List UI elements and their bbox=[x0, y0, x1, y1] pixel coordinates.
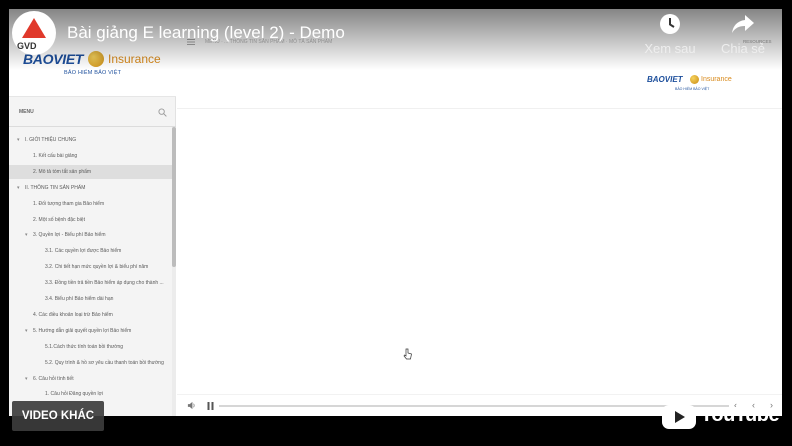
outline-item[interactable]: 3.4. Biểu phí Bảo hiểm dài hạn bbox=[9, 292, 172, 306]
outline-item-label: 2. Một số bệnh đặc biệt bbox=[33, 216, 85, 223]
sidebar-logo-tagline: BẢO HIỂM BẢO VIỆT bbox=[64, 70, 122, 76]
outline-item[interactable]: 1. Câu hỏi Đăng quyền lợi bbox=[9, 387, 172, 401]
outline-item-label: 1. Đối tượng tham gia Bảo hiểm bbox=[33, 200, 105, 207]
globe-icon bbox=[690, 75, 699, 84]
seek-bar[interactable] bbox=[219, 405, 729, 407]
sidebar-scrollbar-thumb[interactable] bbox=[172, 127, 176, 267]
youtube-wordmark: YouTube bbox=[700, 404, 780, 426]
video-frame: BAOVIET Insurance BẢO HIỂM BẢO VIỆT MENU… bbox=[9, 9, 782, 416]
outline-item-label: 3.3. Đồng tiền trả tiền Bảo hiểm áp dụng… bbox=[45, 280, 164, 287]
share-arrow-icon bbox=[732, 15, 754, 33]
outline-item-label: 3.2. Chi tiết hạn mức quyền lợi & biểu p… bbox=[45, 264, 149, 271]
chevron-down-icon[interactable]: ▾ bbox=[25, 328, 28, 334]
youtube-logo[interactable]: YouTube bbox=[662, 401, 780, 431]
outline-item[interactable]: ▾ 3. Quyền lợi - Biểu phí Bảo hiểm bbox=[9, 228, 172, 242]
watch-later-button[interactable]: Xem sau bbox=[638, 13, 702, 56]
video-title[interactable]: Bài giảng E learning (level 2) - Demo bbox=[67, 23, 345, 43]
share-label: Chia sẻ bbox=[720, 41, 766, 56]
slide-logo-tagline: BẢO HIỂM BẢO VIỆT bbox=[675, 87, 710, 91]
slide-area: MENU · ... THÔNG TIN SẢN PHẨM · MÔ TẢ SẢ… bbox=[177, 9, 782, 416]
outline-item[interactable]: 3.1. Các quyền lợi được Bảo hiểm bbox=[9, 244, 172, 258]
outline-item[interactable]: 4. Các điều khoản loại trừ Bảo hiểm bbox=[9, 308, 172, 322]
outline-item-label: 3.1. Các quyền lợi được Bảo hiểm bbox=[45, 248, 122, 255]
sidebar-logo-insurance: Insurance bbox=[108, 52, 161, 66]
slide-logo-brand: BAOVIET bbox=[647, 75, 683, 84]
outline-item[interactable]: 5.2. Quy trình & hồ sơ yêu cầu thanh toá… bbox=[9, 356, 172, 370]
pause-icon[interactable] bbox=[207, 402, 214, 410]
outline-item-label: I. GIỚI THIỆU CHUNG bbox=[25, 137, 77, 143]
slide-logo-insurance: Insurance bbox=[701, 76, 732, 83]
clock-icon bbox=[660, 14, 680, 34]
course-sidebar: BAOVIET Insurance BẢO HIỂM BẢO VIỆT MENU… bbox=[9, 9, 176, 416]
chevron-down-icon[interactable]: ▾ bbox=[25, 376, 28, 382]
outline-item[interactable]: 3.3. Đồng tiền trả tiền Bảo hiểm áp dụng… bbox=[9, 276, 172, 290]
outline-item-label: 1. Kết cấu bài giảng bbox=[33, 152, 78, 159]
outline-item[interactable]: ▾ 5. Hướng dẫn giải quyết quyền lợi Bảo h… bbox=[9, 324, 172, 338]
chevron-down-icon[interactable]: ▾ bbox=[17, 185, 20, 191]
outline-item-label: 3. Quyền lợi - Biểu phí Bảo hiểm bbox=[33, 232, 106, 239]
outline-item-label: 4. Các điều khoản loại trừ Bảo hiểm bbox=[33, 311, 113, 318]
outline-item[interactable]: ▾ 6. Câu hỏi tình tiết bbox=[9, 372, 172, 386]
outline-item[interactable]: 2. Mô tả tóm tắt sản phẩm bbox=[9, 164, 172, 179]
volume-icon[interactable] bbox=[187, 401, 196, 410]
outline-item[interactable]: 1. Kết cấu bài giảng bbox=[9, 149, 172, 163]
sidebar-search-label: MENU bbox=[19, 109, 34, 115]
outline-item-label: 6. Câu hỏi tình tiết bbox=[33, 375, 74, 382]
outline-item-label: 5. Hướng dẫn giải quyết quyền lợi Bảo hi… bbox=[33, 327, 132, 334]
outline-item-label: 5.1.Cách thức tính toán bồi thường bbox=[45, 343, 124, 350]
outline-item-label: 2. Mô tả tóm tắt sản phẩm bbox=[33, 168, 92, 175]
channel-avatar[interactable]: GVD bbox=[12, 11, 56, 55]
mouse-pointer-icon bbox=[403, 348, 412, 360]
outline-item[interactable]: 5.1.Cách thức tính toán bồi thường bbox=[9, 340, 172, 354]
outline-item-label: 1. Câu hỏi Đăng quyền lợi bbox=[45, 391, 104, 398]
sidebar-search[interactable]: MENU bbox=[9, 101, 176, 127]
outline-item[interactable]: ▾ I. GIỚI THIỆU CHUNG bbox=[9, 133, 172, 147]
channel-initials: GVD bbox=[17, 41, 37, 51]
outline-item-label: 3.4. Biểu phí Bảo hiểm dài hạn bbox=[45, 296, 114, 302]
more-videos-button[interactable]: VIDEO KHÁC bbox=[12, 401, 104, 431]
outline-item[interactable]: ▾ II. THÔNG TIN SẢN PHẨM bbox=[9, 181, 172, 195]
outline-item[interactable]: 2. Một số bệnh đặc biệt bbox=[9, 213, 172, 227]
outline-item-label: II. THÔNG TIN SẢN PHẨM bbox=[25, 184, 86, 191]
search-icon[interactable] bbox=[158, 108, 167, 117]
chevron-down-icon[interactable]: ▾ bbox=[17, 137, 20, 143]
channel-logo-icon bbox=[22, 18, 46, 38]
share-button[interactable]: Chia sẻ bbox=[711, 13, 775, 56]
globe-icon bbox=[88, 51, 104, 67]
play-logo-icon bbox=[662, 405, 696, 429]
outline-item[interactable]: 1. Đối tượng tham gia Bảo hiểm bbox=[9, 197, 172, 211]
chevron-down-icon[interactable]: ▾ bbox=[25, 232, 28, 238]
outline-item-label: 5.2. Quy trình & hồ sơ yêu cầu thanh toá… bbox=[45, 359, 164, 366]
outline-item[interactable]: 3.2. Chi tiết hạn mức quyền lợi & biểu p… bbox=[9, 260, 172, 274]
watch-later-label: Xem sau bbox=[644, 41, 696, 56]
